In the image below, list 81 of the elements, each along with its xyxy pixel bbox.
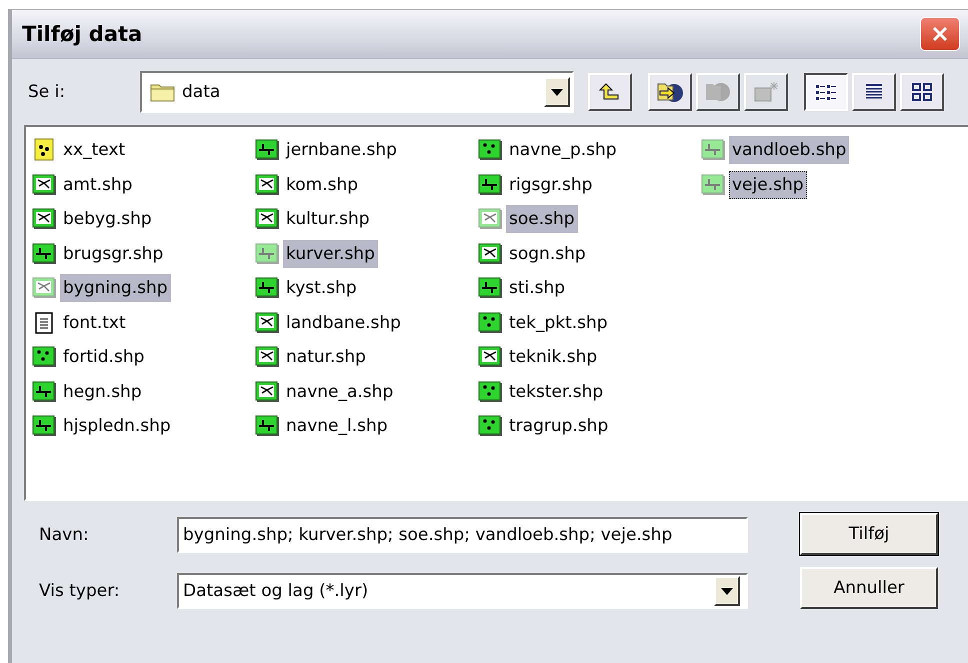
polygon-layer-icon xyxy=(478,345,504,370)
close-icon xyxy=(930,24,950,44)
details-view-button[interactable] xyxy=(852,73,896,111)
file-type-dropdown[interactable]: Datasæt og lag (*.lyr) xyxy=(177,573,748,609)
line-layer-icon xyxy=(32,414,58,438)
cancel-button[interactable]: Annuller xyxy=(800,567,938,609)
file-name[interactable]: navne_a.shp xyxy=(283,378,396,406)
point-layer-icon xyxy=(478,310,504,335)
line-layer-icon xyxy=(255,138,281,162)
file-name[interactable]: teknik.shp xyxy=(506,343,600,372)
name-input-field[interactable]: bygning.shp; kurver.shp; soe.shp; vandloeb.shp; veje.shp xyxy=(177,517,748,553)
file-name[interactable]: tragrup.shp xyxy=(506,412,612,440)
polygon-layer-icon xyxy=(255,380,281,404)
list-view-button[interactable] xyxy=(804,73,848,111)
list-view-icon xyxy=(814,82,838,102)
polygon-layer-icon xyxy=(32,276,58,300)
point-layer-icon xyxy=(478,414,504,438)
file-name[interactable]: fortid.shp xyxy=(60,343,148,372)
file-name[interactable]: landbane.shp xyxy=(283,308,404,337)
file-name[interactable]: hegn.shp xyxy=(60,378,145,406)
look-in-label: Se i: xyxy=(28,82,66,102)
thumbnail-view-button[interactable] xyxy=(900,73,944,111)
file-name[interactable]: kom.shp xyxy=(283,170,362,199)
up-folder-button[interactable] xyxy=(588,73,632,111)
polygon-layer-icon xyxy=(255,345,281,370)
point-layer-icon xyxy=(32,345,58,370)
point-layer-icon xyxy=(478,380,504,404)
file-name[interactable]: font.txt xyxy=(60,308,129,337)
file-name[interactable]: rigsgr.shp xyxy=(506,170,596,199)
thumbnails-view-icon xyxy=(910,82,934,102)
line-layer-icon xyxy=(478,172,504,197)
file-name[interactable]: brugsgr.shp xyxy=(60,240,166,268)
add-button[interactable]: Tilføj xyxy=(800,513,938,555)
line-layer-icon xyxy=(701,138,727,162)
file-name[interactable]: kyst.shp xyxy=(283,274,360,302)
line-layer-icon xyxy=(32,380,58,404)
close-button[interactable] xyxy=(920,17,960,51)
polygon-layer-icon xyxy=(32,207,58,232)
caret-icon xyxy=(721,588,733,594)
file-name[interactable]: tek_pkt.shp xyxy=(506,308,611,337)
file-name[interactable]: amt.shp xyxy=(60,170,136,199)
file-name[interactable]: navne_l.shp xyxy=(283,412,391,440)
line-layer-icon xyxy=(255,276,281,300)
file-name[interactable]: hjspledn.shp xyxy=(60,412,174,440)
window-title: Tilføj data xyxy=(22,22,142,46)
new-table-icon xyxy=(752,80,780,104)
file-name[interactable]: jernbane.shp xyxy=(283,136,400,164)
file-name[interactable]: soe.shp xyxy=(506,205,578,234)
polygon-layer-icon xyxy=(478,242,504,266)
folder-globe-icon xyxy=(704,80,732,104)
line-layer-icon xyxy=(478,276,504,300)
file-name[interactable]: navne_p.shp xyxy=(506,136,620,164)
file-name[interactable]: kultur.shp xyxy=(283,205,373,234)
file-name[interactable]: tekster.shp xyxy=(506,378,606,406)
folder-icon xyxy=(150,82,176,102)
file-name[interactable]: sogn.shp xyxy=(506,240,589,268)
polygon-layer-icon xyxy=(255,207,281,232)
line-layer-icon xyxy=(701,172,727,197)
dropdown-arrow-button[interactable] xyxy=(714,576,740,606)
name-label: Navn: xyxy=(39,525,90,545)
file-name[interactable]: bygning.shp xyxy=(60,274,171,302)
file-name[interactable]: veje.shp xyxy=(729,170,807,199)
file-name[interactable]: kurver.shp xyxy=(283,240,378,268)
file-name[interactable]: sti.shp xyxy=(506,274,568,302)
file-type-label: Vis typer: xyxy=(39,581,121,601)
file-name[interactable]: natur.shp xyxy=(283,343,369,372)
file-name[interactable]: xx_text xyxy=(60,136,128,164)
polygon-layer-icon xyxy=(255,172,281,197)
connect-folder-button[interactable] xyxy=(648,73,692,111)
caret-icon xyxy=(551,88,563,96)
line-layer-icon xyxy=(255,414,281,438)
file-name[interactable]: bebyg.shp xyxy=(60,205,155,234)
polygon-layer-icon xyxy=(478,207,504,232)
dropdown-arrow-button[interactable] xyxy=(544,77,570,107)
polygon-layer-icon xyxy=(32,172,58,197)
look-in-dropdown[interactable]: data xyxy=(140,71,574,113)
line-layer-icon xyxy=(32,242,58,266)
polygon-layer-icon xyxy=(255,310,281,335)
point-layer-icon xyxy=(478,138,504,162)
file-name[interactable]: vandloeb.shp xyxy=(729,136,850,164)
line-layer-icon xyxy=(255,242,281,266)
